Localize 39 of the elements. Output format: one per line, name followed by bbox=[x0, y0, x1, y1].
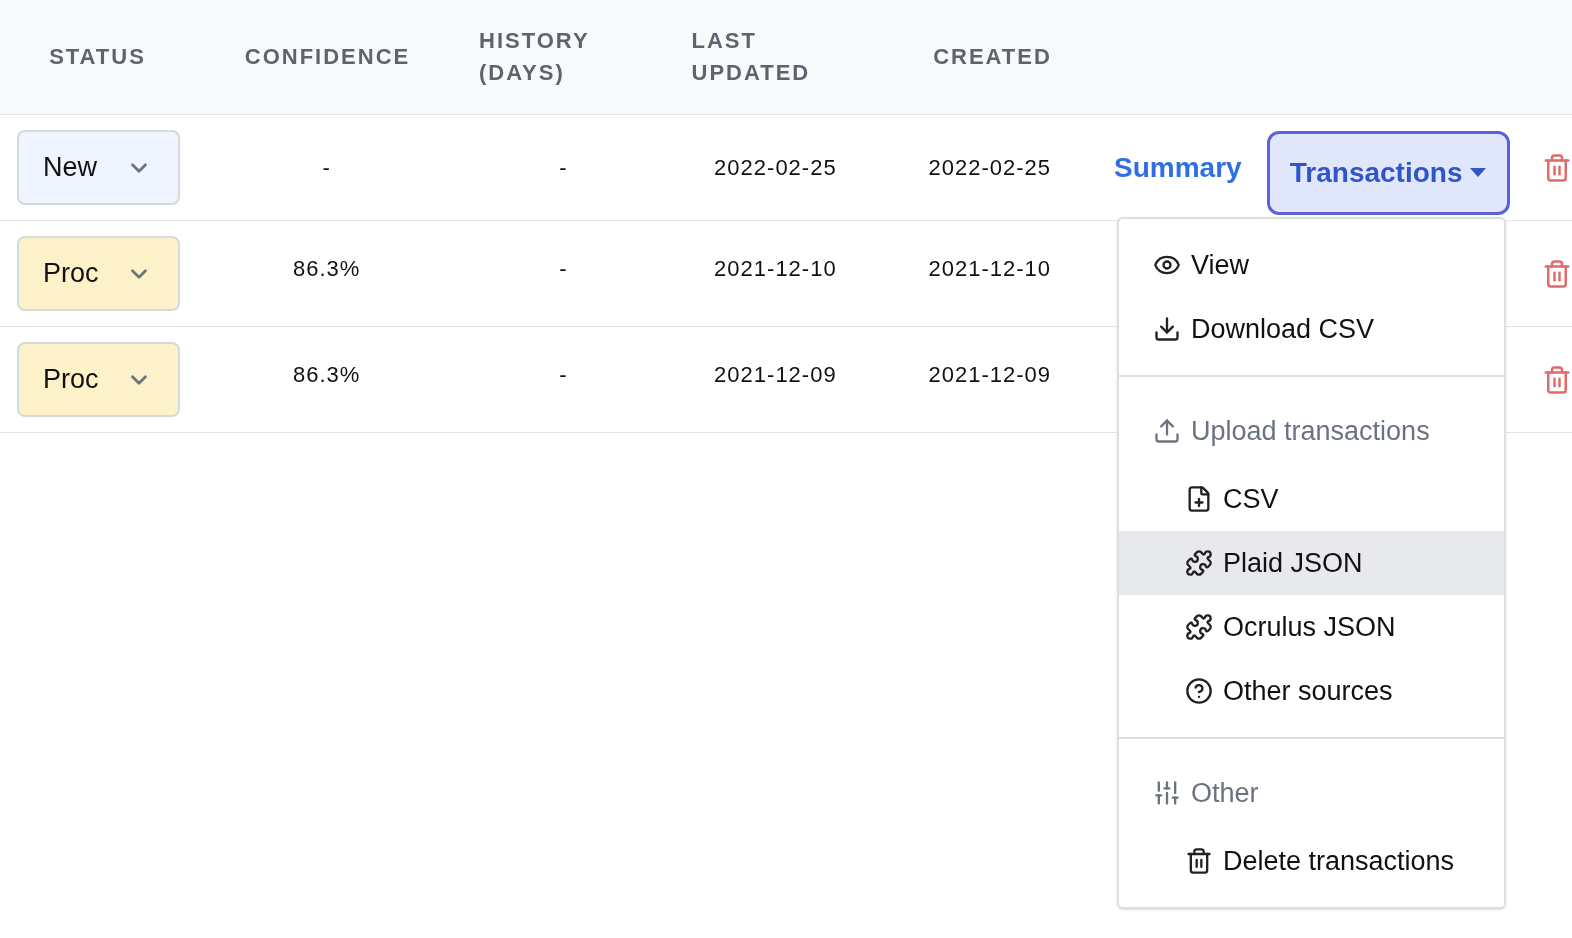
menu-item[interactable]: Plaid JSON bbox=[1119, 531, 1504, 595]
table-cell-text: 2021-12-10 bbox=[714, 255, 837, 283]
table-cell-text: 2022-02-25 bbox=[714, 154, 837, 182]
puzzle-icon bbox=[1185, 613, 1213, 641]
table-cell-text: - bbox=[322, 154, 331, 182]
sliders-icon bbox=[1153, 779, 1181, 807]
status-select[interactable]: Proc bbox=[17, 236, 180, 311]
download-icon bbox=[1153, 315, 1181, 343]
menu-item[interactable]: Ocrulus JSON bbox=[1119, 595, 1504, 659]
transactions-button[interactable]: Transactions bbox=[1266, 130, 1510, 215]
column-header: LAST UPDATED bbox=[691, 27, 812, 87]
table-cell-text: 86.3% bbox=[292, 361, 361, 389]
trash-icon bbox=[1185, 847, 1213, 875]
caret-icon bbox=[1470, 168, 1487, 177]
table-cell-text: - bbox=[559, 154, 568, 182]
column-header: STATUS bbox=[49, 43, 146, 71]
table-cell-text: 2021-12-09 bbox=[928, 361, 1052, 389]
menu-item[interactable]: Download CSV bbox=[1119, 297, 1504, 361]
column-header: CREATED bbox=[933, 43, 1052, 71]
table-cell-text: - bbox=[559, 255, 568, 283]
status-select[interactable]: New bbox=[17, 130, 180, 205]
question-circle-icon bbox=[1185, 677, 1213, 705]
column-header: CONFIDENCE bbox=[244, 43, 411, 71]
upload-icon bbox=[1153, 417, 1181, 445]
table-cell-text: 2021-12-09 bbox=[714, 361, 837, 389]
menu-item[interactable]: View bbox=[1119, 233, 1504, 297]
table-cell-text: 86.3% bbox=[292, 255, 361, 283]
menu-section-header: Upload transactions bbox=[1191, 414, 1430, 448]
menu-item[interactable]: Other sources bbox=[1119, 659, 1504, 723]
table-cell-text: 2021-12-10 bbox=[928, 255, 1052, 283]
status-select[interactable]: Proc bbox=[17, 342, 180, 417]
column-header: HISTORY (DAYS) bbox=[479, 27, 591, 87]
puzzle-icon bbox=[1185, 549, 1213, 577]
menu-item[interactable]: CSV bbox=[1119, 467, 1504, 531]
table-cell-text: - bbox=[559, 361, 568, 389]
summary-link[interactable]: Summary bbox=[1114, 146, 1242, 189]
menu-item[interactable]: Delete transactions bbox=[1119, 829, 1504, 893]
menu-section-header: Other bbox=[1191, 776, 1259, 810]
table-cell-text: 2022-02-25 bbox=[928, 154, 1052, 182]
